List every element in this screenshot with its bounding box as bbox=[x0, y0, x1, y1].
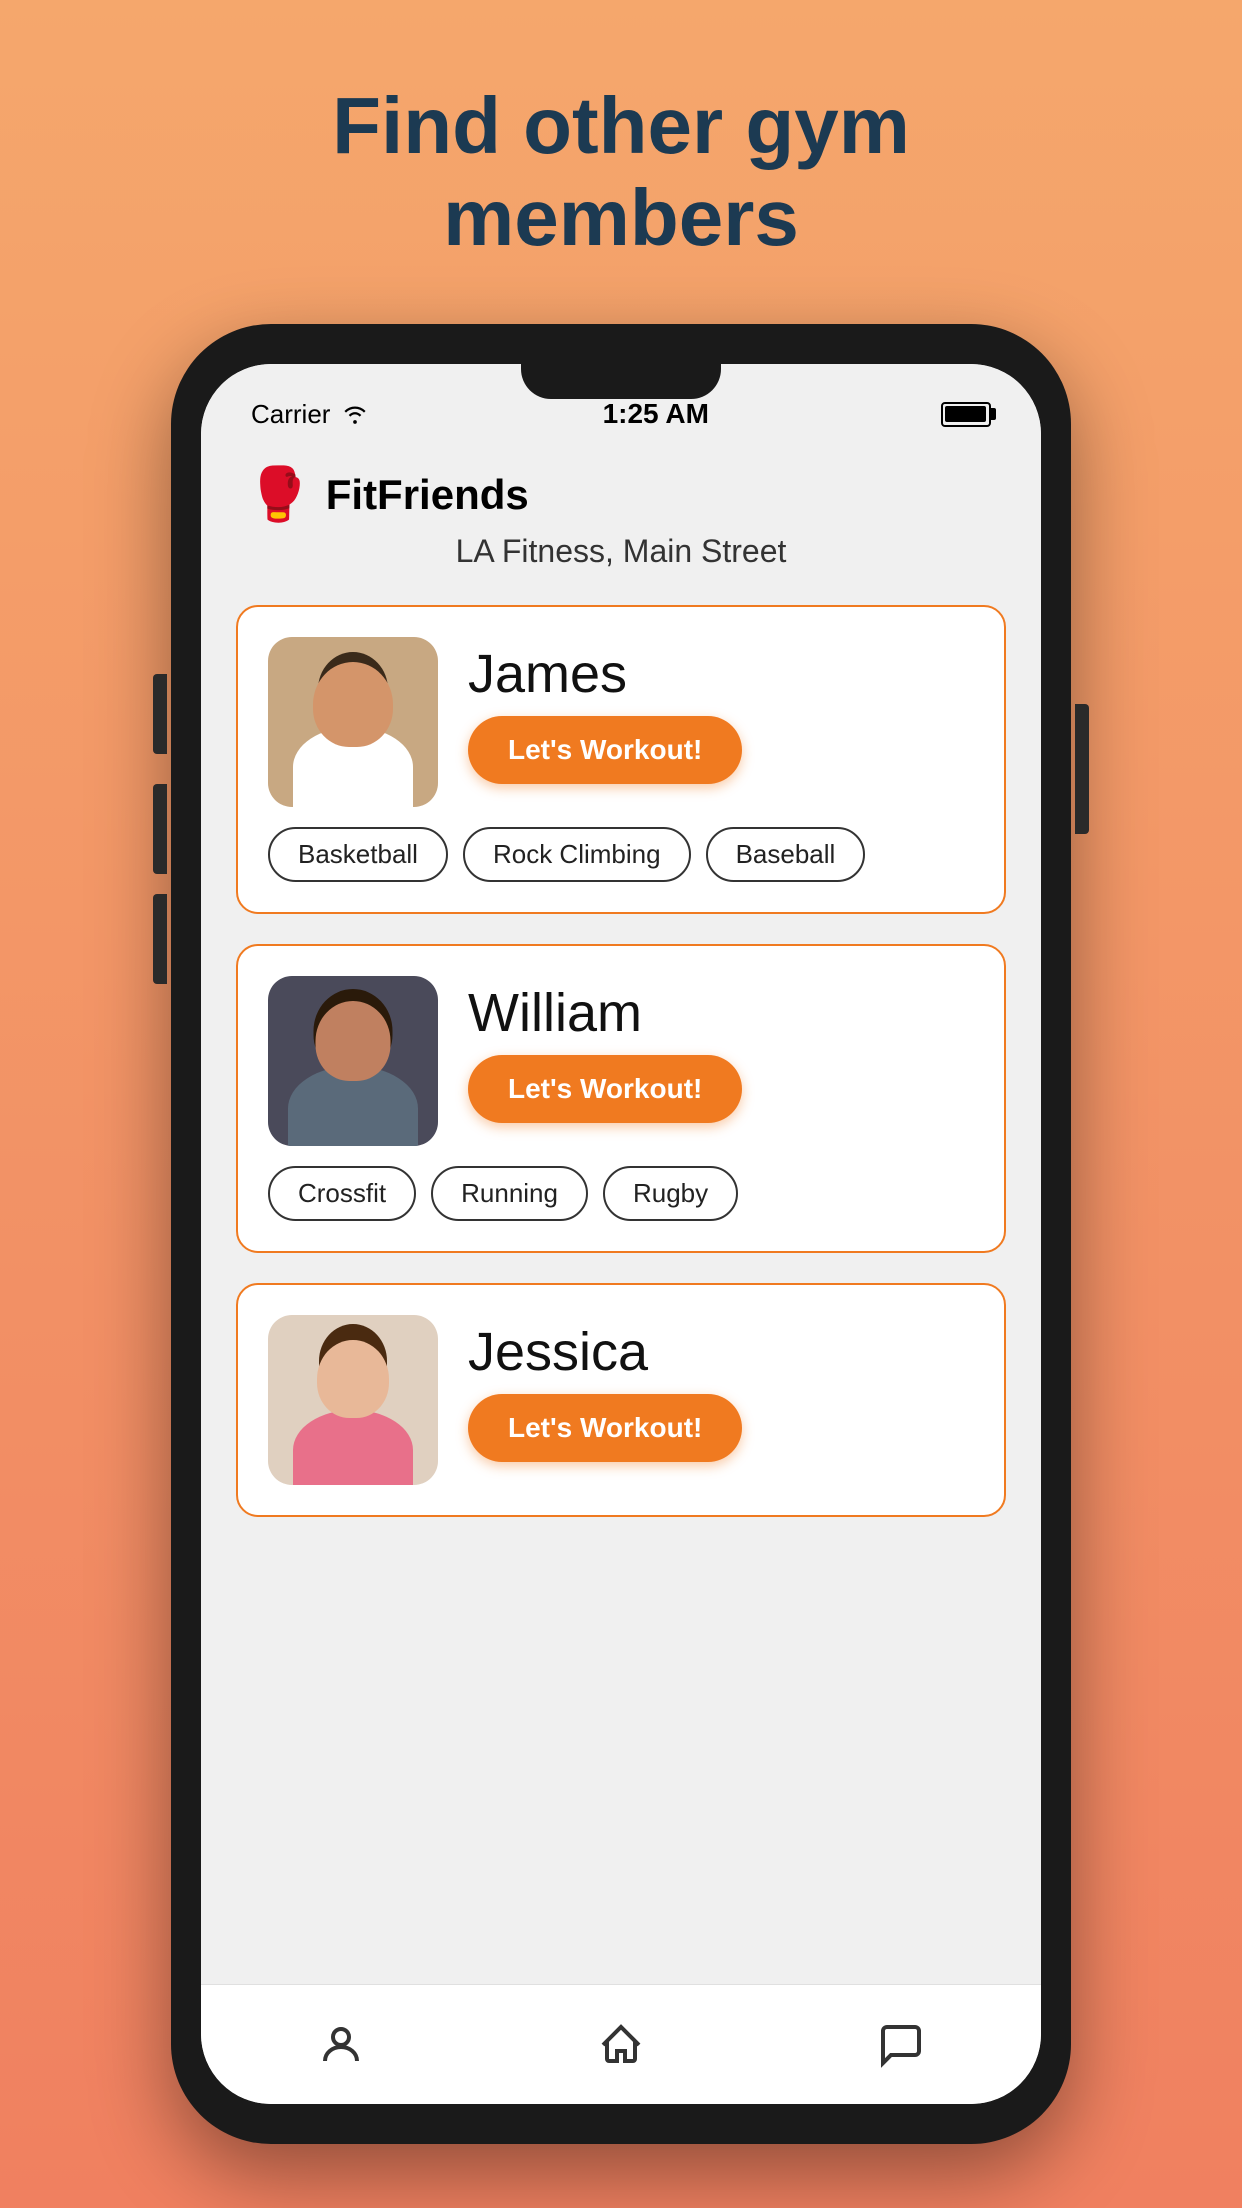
member-name-james: James bbox=[468, 647, 974, 701]
member-name-jessica: Jessica bbox=[468, 1325, 974, 1379]
person-icon bbox=[317, 2021, 365, 2069]
battery-icon bbox=[941, 402, 991, 427]
phone-screen: Carrier 1:25 AM 🥊 FitFriends LA Fitness,… bbox=[201, 364, 1041, 2104]
app-logo-icon: 🥊 bbox=[246, 464, 311, 525]
tag-crossfit: Crossfit bbox=[268, 1166, 416, 1221]
page-headline: Find other gym members bbox=[271, 80, 971, 264]
nav-item-messages[interactable] bbox=[841, 2005, 961, 2085]
volume-buttons bbox=[153, 784, 167, 984]
avatar-jessica bbox=[268, 1315, 438, 1485]
workout-button-james[interactable]: Let's Workout! bbox=[468, 716, 742, 784]
tag-rock-climbing: Rock Climbing bbox=[463, 827, 691, 882]
workout-button-jessica[interactable]: Let's Workout! bbox=[468, 1394, 742, 1462]
tag-running: Running bbox=[431, 1166, 588, 1221]
member-info-william: William Let's Workout! bbox=[468, 976, 974, 1123]
status-time: 1:25 AM bbox=[603, 398, 709, 430]
member-info-jessica: Jessica Let's Workout! bbox=[468, 1315, 974, 1462]
tag-basketball: Basketball bbox=[268, 827, 448, 882]
carrier-text: Carrier bbox=[251, 399, 370, 430]
avatar-james bbox=[268, 637, 438, 807]
status-bar: Carrier 1:25 AM bbox=[201, 364, 1041, 444]
app-header: 🥊 FitFriends LA Fitness, Main Street bbox=[201, 444, 1041, 585]
member-tags-james: Basketball Rock Climbing Baseball bbox=[268, 827, 974, 882]
tag-baseball: Baseball bbox=[706, 827, 866, 882]
avatar-william bbox=[268, 976, 438, 1146]
chat-icon bbox=[877, 2021, 925, 2069]
app-name: FitFriends bbox=[326, 471, 529, 519]
wifi-icon bbox=[340, 403, 370, 425]
bottom-nav bbox=[201, 1984, 1041, 2104]
member-card-william: William Let's Workout! Crossfit Running … bbox=[236, 944, 1006, 1253]
gym-location: LA Fitness, Main Street bbox=[246, 533, 996, 570]
tag-rugby: Rugby bbox=[603, 1166, 738, 1221]
nav-item-home[interactable] bbox=[561, 2005, 681, 2085]
nav-item-profile[interactable] bbox=[281, 2005, 401, 2085]
members-list: James Let's Workout! Basketball Rock Cli… bbox=[201, 585, 1041, 1984]
workout-button-william[interactable]: Let's Workout! bbox=[468, 1055, 742, 1123]
phone-frame: Carrier 1:25 AM 🥊 FitFriends LA Fitness,… bbox=[171, 324, 1071, 2144]
home-icon bbox=[597, 2021, 645, 2069]
member-info-james: James Let's Workout! bbox=[468, 637, 974, 784]
member-tags-william: Crossfit Running Rugby bbox=[268, 1166, 974, 1221]
member-name-william: William bbox=[468, 986, 974, 1040]
member-card-james: James Let's Workout! Basketball Rock Cli… bbox=[236, 605, 1006, 914]
member-card-jessica: Jessica Let's Workout! bbox=[236, 1283, 1006, 1517]
